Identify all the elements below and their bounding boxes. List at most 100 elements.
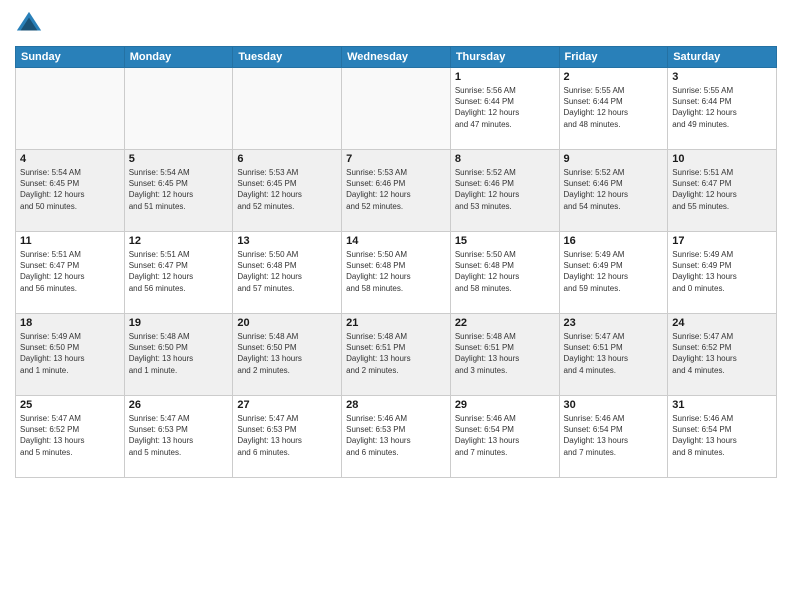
day-info: Sunrise: 5:51 AM Sunset: 6:47 PM Dayligh…	[20, 249, 120, 294]
calendar-cell: 3 Sunrise: 5:55 AM Sunset: 6:44 PM Daylig…	[668, 68, 777, 150]
calendar-cell: 17Sunrise: 5:49 AM Sunset: 6:49 PM Dayli…	[668, 232, 777, 314]
calendar-cell: 20 Sunrise: 5:48 AM Sunset: 6:50 PM Dayli…	[233, 314, 342, 396]
weekday-thursday: Thursday	[450, 47, 559, 68]
calendar-cell: 1 Sunrise: 5:56 AM Sunset: 6:44 PM Daylig…	[450, 68, 559, 150]
weekday-sunday: Sunday	[16, 47, 125, 68]
day-info: Sunrise: 5:50 AM Sunset: 6:48 PM Dayligh…	[237, 249, 337, 294]
day-number: 1	[455, 71, 555, 83]
day-number: 11	[20, 235, 120, 247]
day-info: Sunrise: 5:53 AM Sunset: 6:45 PM Dayligh…	[237, 167, 337, 212]
day-number: 19	[129, 317, 229, 329]
day-info: Sunrise: 5:46 AM Sunset: 6:54 PM Dayligh…	[455, 413, 555, 458]
calendar-cell	[124, 68, 233, 150]
day-number: 15	[455, 235, 555, 247]
week-row-3: 18 Sunrise: 5:49 AM Sunset: 6:50 PM Dayli…	[16, 314, 777, 396]
day-info: Sunrise: 5:51 AM Sunset: 6:47 PM Dayligh…	[672, 167, 772, 212]
week-row-4: 25 Sunrise: 5:47 AM Sunset: 6:52 PM Dayli…	[16, 396, 777, 478]
day-info: Sunrise: 5:48 AM Sunset: 6:51 PM Dayligh…	[455, 331, 555, 376]
calendar-cell: 4Sunrise: 5:54 AM Sunset: 6:45 PM Daylig…	[16, 150, 125, 232]
calendar-cell	[233, 68, 342, 150]
calendar-cell: 5 Sunrise: 5:54 AM Sunset: 6:45 PM Daylig…	[124, 150, 233, 232]
day-number: 14	[346, 235, 446, 247]
day-info: Sunrise: 5:50 AM Sunset: 6:48 PM Dayligh…	[346, 249, 446, 294]
calendar-cell: 30 Sunrise: 5:46 AM Sunset: 6:54 PM Dayli…	[559, 396, 668, 478]
day-info: Sunrise: 5:46 AM Sunset: 6:54 PM Dayligh…	[672, 413, 772, 458]
day-info: Sunrise: 5:48 AM Sunset: 6:50 PM Dayligh…	[129, 331, 229, 376]
weekday-tuesday: Tuesday	[233, 47, 342, 68]
calendar-cell: 22Sunrise: 5:48 AM Sunset: 6:51 PM Dayli…	[450, 314, 559, 396]
calendar-cell	[16, 68, 125, 150]
day-info: Sunrise: 5:52 AM Sunset: 6:46 PM Dayligh…	[455, 167, 555, 212]
day-info: Sunrise: 5:50 AM Sunset: 6:48 PM Dayligh…	[455, 249, 555, 294]
weekday-wednesday: Wednesday	[342, 47, 451, 68]
weekday-monday: Monday	[124, 47, 233, 68]
page: SundayMondayTuesdayWednesdayThursdayFrid…	[0, 0, 792, 612]
calendar-cell: 24Sunrise: 5:47 AM Sunset: 6:52 PM Dayli…	[668, 314, 777, 396]
week-row-1: 4 Sunrise: 5:54 AM Sunset: 6:45 PM Daylig…	[16, 150, 777, 232]
day-number: 24	[672, 317, 772, 329]
day-info: Sunrise: 5:51 AM Sunset: 6:47 PM Dayligh…	[129, 249, 229, 294]
day-number: 5	[129, 153, 229, 165]
header	[15, 10, 777, 38]
day-info: Sunrise: 5:49 AM Sunset: 6:49 PM Dayligh…	[564, 249, 664, 294]
calendar-cell: 10 Sunrise: 5:51 AM Sunset: 6:47 PM Dayli…	[668, 150, 777, 232]
day-number: 28	[346, 399, 446, 411]
day-info: Sunrise: 5:48 AM Sunset: 6:50 PM Dayligh…	[237, 331, 337, 376]
day-info: Sunrise: 5:47 AM Sunset: 6:52 PM Dayligh…	[20, 413, 120, 458]
day-number: 18	[20, 317, 120, 329]
calendar-cell: 26 Sunrise: 5:47 AM Sunset: 6:53 PM Dayli…	[124, 396, 233, 478]
day-info: Sunrise: 5:52 AM Sunset: 6:46 PM Dayligh…	[564, 167, 664, 212]
day-number: 7	[346, 153, 446, 165]
calendar-cell: 15 Sunrise: 5:50 AM Sunset: 6:48 PM Dayli…	[450, 232, 559, 314]
day-number: 30	[564, 399, 664, 411]
day-info: Sunrise: 5:47 AM Sunset: 6:53 PM Dayligh…	[129, 413, 229, 458]
week-row-0: 1 Sunrise: 5:56 AM Sunset: 6:44 PM Daylig…	[16, 68, 777, 150]
day-info: Sunrise: 5:53 AM Sunset: 6:46 PM Dayligh…	[346, 167, 446, 212]
day-number: 12	[129, 235, 229, 247]
day-number: 2	[564, 71, 664, 83]
day-number: 31	[672, 399, 772, 411]
day-number: 6	[237, 153, 337, 165]
day-info: Sunrise: 5:47 AM Sunset: 6:51 PM Dayligh…	[564, 331, 664, 376]
day-info: Sunrise: 5:46 AM Sunset: 6:53 PM Dayligh…	[346, 413, 446, 458]
calendar-cell: 28 Sunrise: 5:46 AM Sunset: 6:53 PM Dayli…	[342, 396, 451, 478]
day-number: 20	[237, 317, 337, 329]
calendar-cell: 7 Sunrise: 5:53 AM Sunset: 6:46 PM Daylig…	[342, 150, 451, 232]
day-number: 16	[564, 235, 664, 247]
day-info: Sunrise: 5:55 AM Sunset: 6:44 PM Dayligh…	[564, 85, 664, 130]
calendar-cell: 14 Sunrise: 5:50 AM Sunset: 6:48 PM Dayli…	[342, 232, 451, 314]
day-number: 25	[20, 399, 120, 411]
day-info: Sunrise: 5:48 AM Sunset: 6:51 PM Dayligh…	[346, 331, 446, 376]
day-info: Sunrise: 5:49 AM Sunset: 6:50 PM Dayligh…	[20, 331, 120, 376]
day-number: 21	[346, 317, 446, 329]
calendar-cell: 23 Sunrise: 5:47 AM Sunset: 6:51 PM Dayli…	[559, 314, 668, 396]
day-number: 9	[564, 153, 664, 165]
calendar-cell: 31 Sunrise: 5:46 AM Sunset: 6:54 PM Dayli…	[668, 396, 777, 478]
day-number: 8	[455, 153, 555, 165]
day-info: Sunrise: 5:56 AM Sunset: 6:44 PM Dayligh…	[455, 85, 555, 130]
logo	[15, 10, 47, 38]
day-number: 10	[672, 153, 772, 165]
weekday-friday: Friday	[559, 47, 668, 68]
calendar-cell: 12 Sunrise: 5:51 AM Sunset: 6:47 PM Dayli…	[124, 232, 233, 314]
day-number: 27	[237, 399, 337, 411]
day-number: 23	[564, 317, 664, 329]
calendar-cell: 21 Sunrise: 5:48 AM Sunset: 6:51 PM Dayli…	[342, 314, 451, 396]
calendar-cell: 29Sunrise: 5:46 AM Sunset: 6:54 PM Dayli…	[450, 396, 559, 478]
day-number: 3	[672, 71, 772, 83]
weekday-header-row: SundayMondayTuesdayWednesdayThursdayFrid…	[16, 47, 777, 68]
calendar-cell: 8 Sunrise: 5:52 AM Sunset: 6:46 PM Daylig…	[450, 150, 559, 232]
week-row-2: 11 Sunrise: 5:51 AM Sunset: 6:47 PM Dayli…	[16, 232, 777, 314]
day-info: Sunrise: 5:54 AM Sunset: 6:45 PM Dayligh…	[129, 167, 229, 212]
calendar-cell: 19 Sunrise: 5:48 AM Sunset: 6:50 PM Dayli…	[124, 314, 233, 396]
calendar-cell: 25 Sunrise: 5:47 AM Sunset: 6:52 PM Dayli…	[16, 396, 125, 478]
calendar: SundayMondayTuesdayWednesdayThursdayFrid…	[15, 46, 777, 478]
day-info: Sunrise: 5:55 AM Sunset: 6:44 PM Dayligh…	[672, 85, 772, 130]
calendar-cell: 27Sunrise: 5:47 AM Sunset: 6:53 PM Dayli…	[233, 396, 342, 478]
calendar-cell: 13Sunrise: 5:50 AM Sunset: 6:48 PM Dayli…	[233, 232, 342, 314]
day-number: 4	[20, 153, 120, 165]
calendar-cell: 2 Sunrise: 5:55 AM Sunset: 6:44 PM Daylig…	[559, 68, 668, 150]
day-info: Sunrise: 5:46 AM Sunset: 6:54 PM Dayligh…	[564, 413, 664, 458]
day-number: 17	[672, 235, 772, 247]
day-number: 26	[129, 399, 229, 411]
